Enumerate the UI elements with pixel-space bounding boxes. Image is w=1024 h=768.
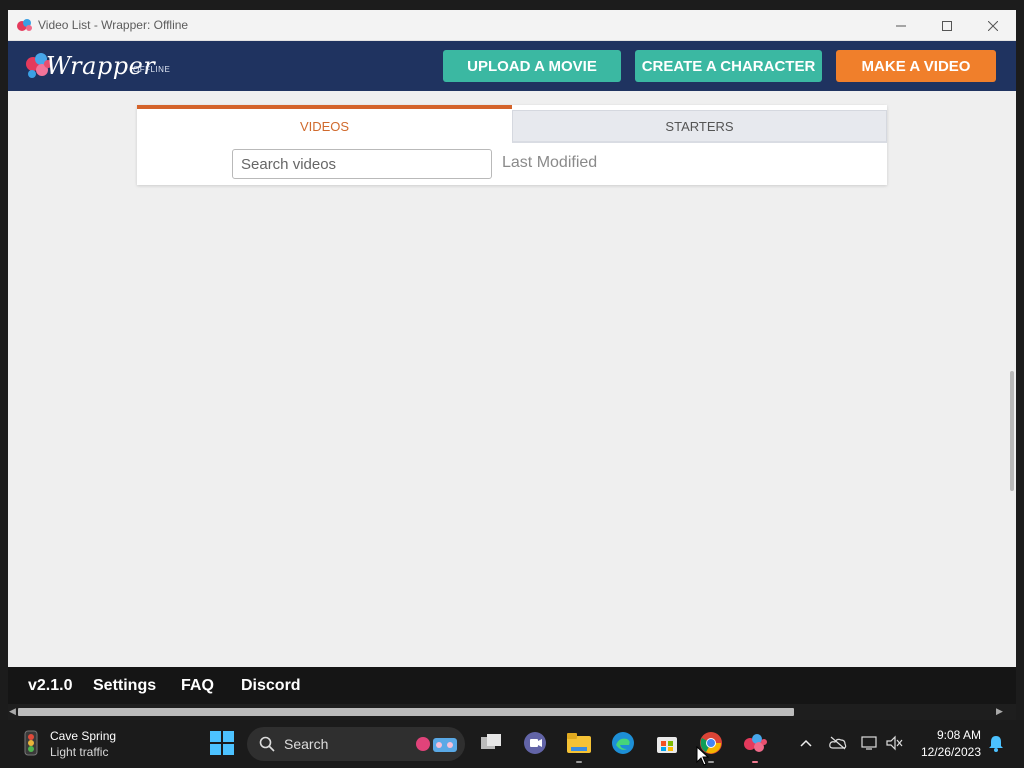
search-highlight-icon <box>416 737 457 752</box>
tab-videos[interactable]: VIDEOS <box>137 105 512 143</box>
clock-date[interactable]: 12/26/2023 <box>921 745 981 759</box>
close-icon <box>988 20 998 31</box>
windows-start-icon[interactable] <box>209 730 235 756</box>
teams-icon[interactable] <box>522 730 548 756</box>
horizontal-scroll-thumb[interactable] <box>18 708 794 716</box>
edge-icon[interactable] <box>610 730 636 756</box>
notification-bell-icon[interactable] <box>987 734 1005 752</box>
minimize-button[interactable] <box>878 10 924 41</box>
search-input[interactable] <box>232 149 492 179</box>
video-list-panel: VIDEOS STARTERS Last Modified <box>137 105 887 185</box>
vertical-scroll-thumb[interactable] <box>1010 371 1014 491</box>
version-label[interactable]: v2.1.0 <box>28 677 72 695</box>
scroll-left-icon[interactable]: ◀ <box>9 706 16 717</box>
app-window: Video List - Wrapper: Offline Wrapper OF… <box>8 10 1016 720</box>
wrapper-logo[interactable]: Wrapper OFFLINE <box>24 49 174 83</box>
microsoft-store-icon[interactable] <box>654 730 680 756</box>
make-video-button[interactable]: MAKE A VIDEO <box>836 50 996 82</box>
volume-muted-icon[interactable] <box>886 734 904 752</box>
wrapper-app-icon <box>17 19 32 31</box>
search-label: Search <box>284 736 329 752</box>
weather-location[interactable]: Cave Spring <box>50 729 116 743</box>
chevron-up-icon[interactable] <box>797 734 815 752</box>
weather-condition[interactable]: Light traffic <box>50 745 108 759</box>
scroll-right-icon[interactable]: ▶ <box>996 706 1003 717</box>
clock-time[interactable]: 9:08 AM <box>937 728 981 742</box>
mouse-cursor-icon <box>696 746 710 766</box>
windows-taskbar: Cave Spring Light traffic Search 9:08 AM… <box>0 720 1024 768</box>
search-icon <box>259 736 275 752</box>
horizontal-scrollbar[interactable]: ◀ ▶ <box>8 704 1016 720</box>
maximize-button[interactable] <box>924 10 970 41</box>
file-explorer-icon[interactable] <box>566 730 592 756</box>
taskbar-search[interactable]: Search <box>247 727 465 761</box>
sort-dropdown[interactable]: Last Modified <box>502 154 597 172</box>
maximize-icon <box>942 20 952 31</box>
app-header: Wrapper OFFLINE UPLOAD A MOVIE CREATE A … <box>8 41 1016 91</box>
tab-starters[interactable]: STARTERS <box>512 110 887 143</box>
title-bar[interactable]: Video List - Wrapper: Offline <box>8 10 1016 41</box>
task-view-icon[interactable] <box>478 730 504 756</box>
window-title: Video List - Wrapper: Offline <box>38 18 189 32</box>
traffic-light-icon[interactable] <box>18 730 44 756</box>
onedrive-offline-icon[interactable] <box>829 734 847 752</box>
create-character-button[interactable]: CREATE A CHARACTER <box>635 50 822 82</box>
logo-subtext: OFFLINE <box>133 65 171 74</box>
minimize-icon <box>896 25 906 26</box>
active-indicator <box>752 761 758 763</box>
running-indicator <box>576 761 582 763</box>
settings-link[interactable]: Settings <box>93 677 156 695</box>
discord-link[interactable]: Discord <box>241 677 301 695</box>
upload-movie-button[interactable]: UPLOAD A MOVIE <box>443 50 621 82</box>
close-button[interactable] <box>970 10 1016 41</box>
faq-link[interactable]: FAQ <box>181 677 214 695</box>
wrapper-offline-icon[interactable] <box>742 730 768 756</box>
network-icon[interactable] <box>861 734 879 752</box>
app-footer: v2.1.0 Settings FAQ Discord <box>8 667 1016 704</box>
vertical-scrollbar[interactable] <box>1008 91 1016 667</box>
